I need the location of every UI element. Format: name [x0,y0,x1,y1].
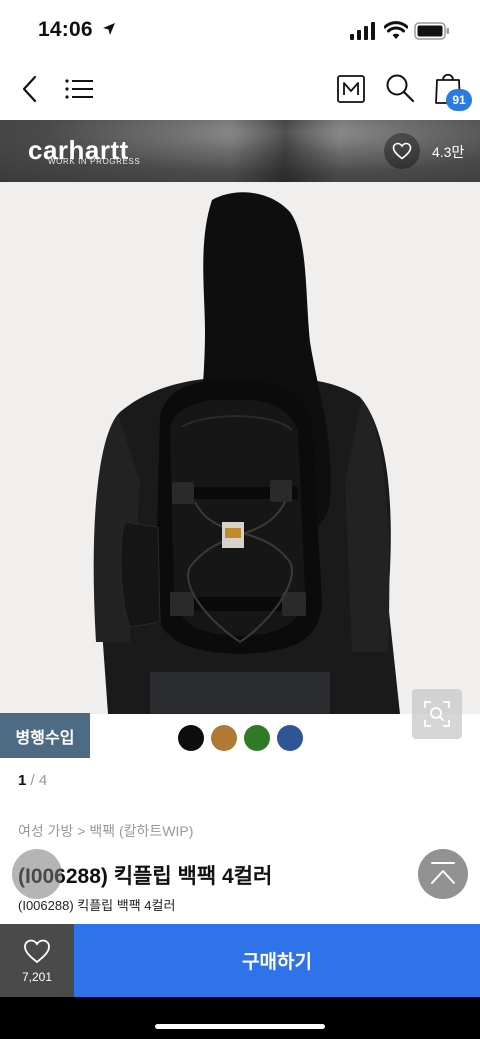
top-navigation [0,62,480,120]
status-time: 14:06 [38,18,93,41]
floating-circle-button[interactable] [12,849,62,899]
page-current: 1 [18,772,27,789]
product-image[interactable] [0,182,480,714]
home-indicator[interactable] [155,1024,325,1029]
search-icon[interactable] [384,72,416,104]
swatch-blue[interactable] [277,725,303,751]
battery-icon [414,22,449,40]
menu-icon[interactable] [64,77,94,101]
wifi-icon [384,21,408,39]
swatch-black[interactable] [178,725,204,751]
heart-icon [392,142,412,160]
heart-outline-icon [24,939,50,964]
brand-like-count: 4.3만 [432,144,465,160]
wishlist-count: 7,201 [21,970,53,984]
brand-like-button[interactable] [384,133,420,169]
chevron-up-icon [431,862,455,884]
product-photo [0,182,480,714]
cellular-signal-icon [350,22,375,40]
buy-button[interactable]: 구매하기 [74,924,480,997]
brand-tagline: WORK IN PROGRESS [48,157,141,166]
swatch-green[interactable] [244,725,270,751]
page-total: 4 [38,772,48,789]
home-bar-area [0,997,480,1039]
zoom-search-icon [424,701,450,727]
wishlist-button[interactable]: 7,201 [0,924,74,997]
image-page-indicator: 1 / 4 [18,772,47,789]
swatch-brown[interactable] [211,725,237,751]
zoom-button[interactable] [412,689,462,739]
scroll-top-button[interactable] [418,849,468,899]
color-swatches [178,725,303,753]
status-bar: 14:06 [0,0,480,62]
my-page-icon[interactable] [336,74,366,104]
breadcrumb[interactable]: 여성 가방 > 백팩 (칼하트WIP) [18,821,193,841]
parallel-import-tag: 병행수입 [0,713,90,758]
page-separator: / [30,772,39,789]
location-arrow-icon [103,23,115,35]
cart-count-badge: 91 [446,89,472,111]
back-arrow-icon[interactable] [18,73,42,105]
